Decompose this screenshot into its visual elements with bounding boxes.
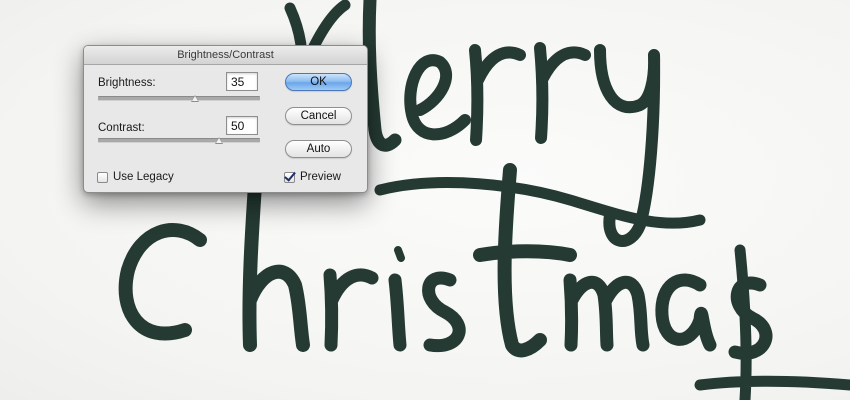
brightness-contrast-dialog: Brightness/Contrast Brightness: Contrast… (83, 45, 368, 193)
preview-checkbox[interactable]: Preview (284, 171, 341, 183)
brightness-slider[interactable] (98, 95, 260, 102)
use-legacy-label: Use Legacy (113, 171, 174, 183)
use-legacy-checkbox[interactable]: Use Legacy (97, 171, 174, 183)
contrast-input[interactable] (226, 116, 258, 135)
contrast-slider[interactable] (98, 137, 260, 144)
auto-button[interactable]: Auto (285, 140, 352, 158)
dialog-title[interactable]: Brightness/Contrast (84, 46, 367, 65)
preview-label: Preview (300, 171, 341, 183)
brightness-label: Brightness: (98, 77, 156, 89)
cancel-button[interactable]: Cancel (285, 107, 352, 125)
use-legacy-checkbox-box[interactable] (97, 171, 108, 183)
contrast-label: Contrast: (98, 122, 145, 134)
ok-button[interactable]: OK (285, 73, 352, 91)
brightness-slider-thumb[interactable] (191, 95, 199, 102)
preview-checkbox-box[interactable] (284, 171, 295, 183)
brightness-input[interactable] (226, 72, 258, 91)
contrast-slider-thumb[interactable] (215, 137, 223, 144)
